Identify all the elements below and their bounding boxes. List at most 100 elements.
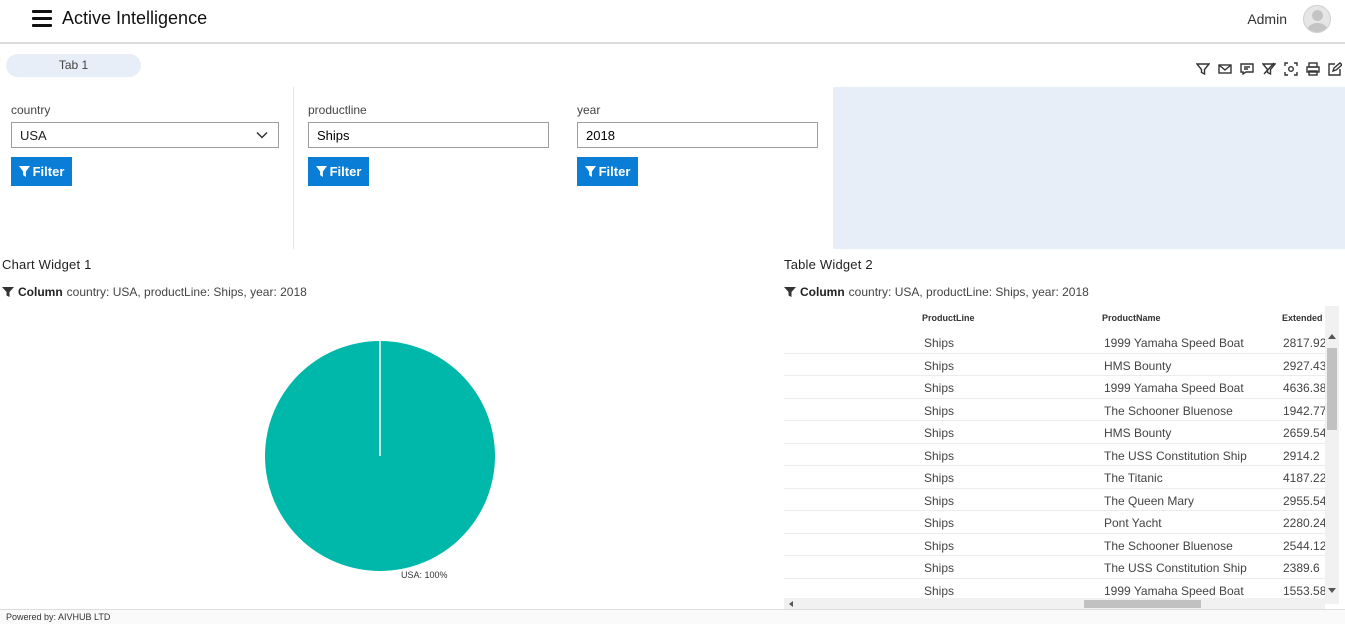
print-icon[interactable]: [1305, 61, 1321, 77]
table-cell: Ships: [924, 426, 955, 440]
pie-chart: USA: 100%: [0, 320, 770, 590]
table-cell: 2659.54: [1283, 426, 1327, 440]
chart-widget-title: Chart Widget 1: [2, 257, 92, 272]
year-filter-panel: year Filter: [577, 87, 818, 186]
table-widget-filter-info: Column country: USA, productLine: Ships,…: [784, 285, 1089, 299]
user-name[interactable]: Admin: [1247, 11, 1287, 27]
table-cell: 1553.58: [1283, 583, 1327, 598]
table-cell: The Titanic: [1104, 471, 1163, 485]
table-cell: Pont Yacht: [1104, 516, 1162, 530]
table-row[interactable]: Ships HMS Bounty 2659.54: [784, 421, 1329, 444]
table-row[interactable]: Ships HMS Bounty 2927.43: [784, 354, 1329, 376]
empty-widget-panel: [833, 87, 1345, 249]
clear-filter-icon[interactable]: [1261, 61, 1277, 77]
table-cell: 2389.6: [1283, 561, 1320, 575]
country-label: country: [11, 103, 51, 117]
table-cell: The Schooner Bluenose: [1104, 403, 1233, 418]
table-cell: 2280.24: [1283, 516, 1327, 530]
year-input[interactable]: [577, 122, 818, 148]
productline-label: productline: [308, 103, 367, 117]
pie-data-label: USA: 100%: [401, 570, 448, 580]
mail-icon[interactable]: [1217, 61, 1233, 77]
table-cell: 2955.54: [1283, 493, 1327, 508]
table-cell: Ships: [924, 471, 955, 485]
table-cell: HMS Bounty: [1104, 426, 1172, 440]
table-row[interactable]: Ships The Titanic 4187.22: [784, 466, 1329, 489]
avatar[interactable]: [1303, 5, 1331, 33]
column-header[interactable]: Extended: [1282, 313, 1323, 323]
table-cell: HMS Bounty: [1104, 358, 1172, 373]
pie-chart-svg: USA: 100%: [265, 341, 495, 580]
table-cell: 4187.22: [1283, 471, 1327, 485]
filter-icon: [18, 166, 30, 177]
filter-icon: [2, 287, 14, 297]
table-cell: The USS Constitution Ship: [1104, 561, 1247, 575]
edit-icon[interactable]: [1327, 61, 1343, 77]
filter-icon: [584, 166, 596, 177]
table-cell: 2817.92: [1283, 336, 1327, 350]
productline-filter-button[interactable]: Filter: [308, 157, 369, 186]
country-select[interactable]: USA: [11, 122, 279, 148]
year-label: year: [577, 103, 601, 117]
tab-1[interactable]: Tab 1: [6, 54, 141, 77]
panel-divider: [293, 87, 294, 249]
country-select-value: USA: [20, 128, 47, 143]
country-filter-button[interactable]: Filter: [11, 157, 72, 186]
filter-icon: [315, 166, 327, 177]
table-cell: The USS Constitution Ship: [1104, 448, 1247, 463]
table-widget-title: Table Widget 2: [784, 257, 873, 272]
table-cell: 2927.43: [1283, 358, 1327, 373]
screenshot-icon[interactable]: [1283, 61, 1299, 77]
table-row[interactable]: Ships The USS Constitution Ship 2389.6: [784, 556, 1329, 579]
vertical-scrollbar[interactable]: [1325, 306, 1339, 604]
column-header[interactable]: ProductName: [1102, 313, 1161, 323]
scroll-down-icon[interactable]: [1328, 588, 1336, 593]
table-cell: Ships: [924, 561, 955, 575]
table-cell: 1999 Yamaha Speed Boat: [1104, 381, 1244, 395]
table-row[interactable]: Ships The USS Constitution Ship 2914.2: [784, 444, 1329, 466]
footer: Powered by: AIVHUB LTD: [0, 609, 1345, 624]
table-row[interactable]: Ships The Schooner Bluenose 2544.12: [784, 534, 1329, 556]
table-cell: 4636.38: [1283, 381, 1327, 395]
table-cell: 2544.12: [1283, 538, 1327, 553]
table-cell: 1999 Yamaha Speed Boat: [1104, 583, 1244, 598]
table-row[interactable]: Ships The Queen Mary 2955.54: [784, 489, 1329, 511]
table-cell: 1942.77: [1283, 403, 1327, 418]
year-filter-button[interactable]: Filter: [577, 157, 638, 186]
table-header: ProductLine ProductName Extended: [784, 306, 1329, 330]
chevron-down-icon: [256, 131, 268, 139]
top-bar: Active Intelligence Admin: [0, 0, 1345, 44]
table-cell: 1999 Yamaha Speed Boat: [1104, 336, 1244, 350]
table-cell: Ships: [924, 358, 955, 373]
dashboard-toolbar: [1195, 61, 1343, 77]
table-row[interactable]: Ships 1999 Yamaha Speed Boat 4636.38: [784, 376, 1329, 399]
table-cell: Ships: [924, 381, 955, 395]
chart-widget-filter-info: Column country: USA, productLine: Ships,…: [2, 285, 307, 299]
productline-input[interactable]: [308, 122, 549, 148]
table-cell: Ships: [924, 516, 955, 530]
menu-icon[interactable]: [32, 10, 52, 28]
table-row[interactable]: Ships The Schooner Bluenose 1942.77: [784, 399, 1329, 421]
table-cell: Ships: [924, 336, 955, 350]
scroll-thumb[interactable]: [1327, 348, 1337, 430]
productline-filter-panel: productline Filter: [308, 87, 549, 186]
scroll-up-icon[interactable]: [1328, 334, 1336, 339]
table-cell: The Schooner Bluenose: [1104, 538, 1233, 553]
table-cell: Ships: [924, 583, 955, 598]
table-cell: The Queen Mary: [1104, 493, 1195, 508]
data-table: ProductLine ProductName Extended Ships 19…: [784, 306, 1339, 610]
app-title: Active Intelligence: [62, 8, 208, 28]
column-header[interactable]: ProductLine: [922, 313, 975, 323]
table-row[interactable]: Ships 1999 Yamaha Speed Boat 2817.92: [784, 331, 1329, 354]
scroll-left-icon[interactable]: [789, 601, 793, 607]
filter-icon[interactable]: [1195, 61, 1211, 77]
scroll-thumb[interactable]: [1084, 600, 1201, 608]
table-row[interactable]: Ships Pont Yacht 2280.24: [784, 511, 1329, 534]
country-filter-panel: country USA Filter: [11, 87, 279, 186]
table-cell: Ships: [924, 538, 955, 553]
table-cell: Ships: [924, 493, 955, 508]
table-cell: 2914.2: [1283, 448, 1320, 463]
comment-icon[interactable]: [1239, 61, 1255, 77]
filter-icon: [784, 287, 796, 297]
table-cell: Ships: [924, 448, 955, 463]
